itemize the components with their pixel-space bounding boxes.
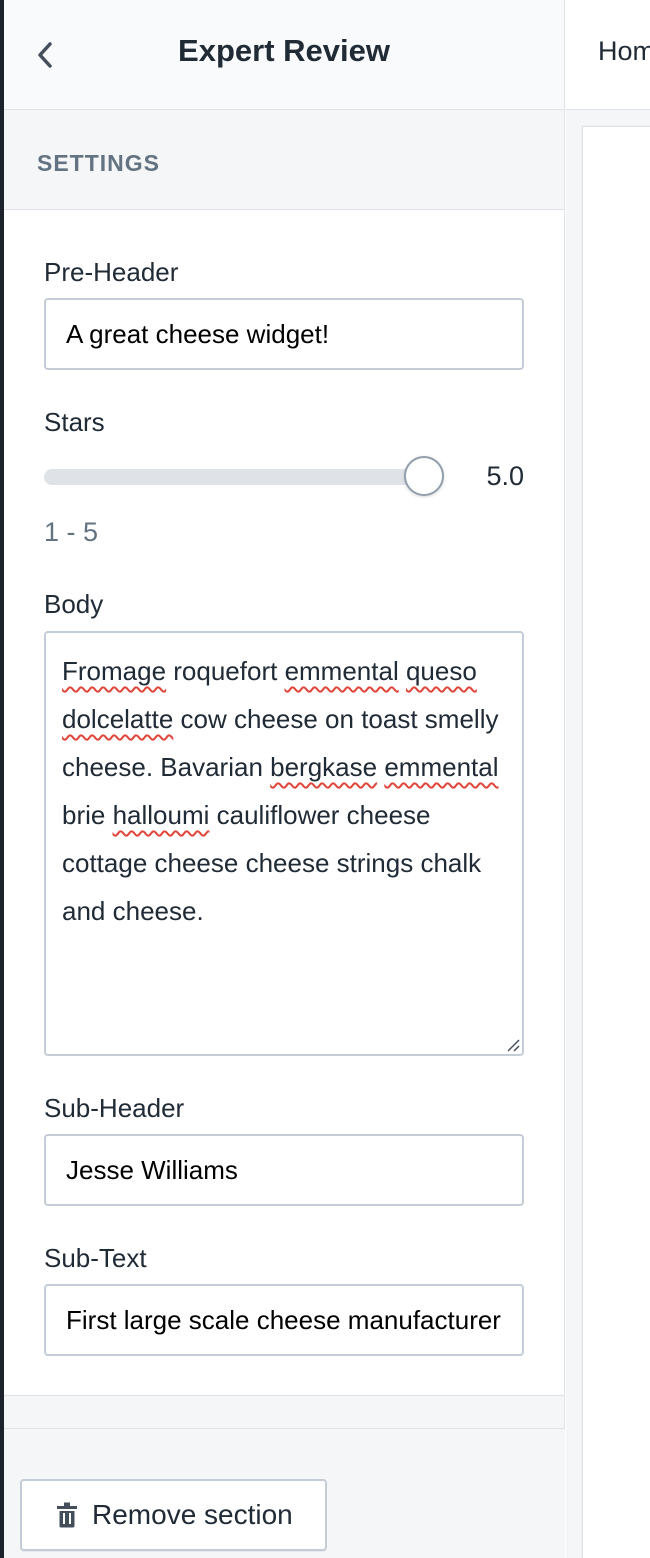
trash-icon bbox=[57, 1502, 77, 1528]
settings-form: Pre-Header Stars 5.0 1 - 5 Body Fromage … bbox=[4, 210, 564, 1396]
sidebar-header: Expert Review bbox=[4, 0, 564, 110]
body-textarea[interactable]: Fromage roquefort emmental queso dolcela… bbox=[44, 631, 524, 1056]
misspelled-word: emmental bbox=[284, 656, 399, 686]
theme-editor-sidebar: Expert Review SETTINGS Pre-Header Stars … bbox=[4, 0, 565, 1558]
body-label: Body bbox=[44, 589, 104, 619]
body-text: Fromage roquefort emmental queso dolcela… bbox=[62, 656, 499, 926]
sidebar-footer: Remove section bbox=[4, 1428, 565, 1558]
settings-section-header: SETTINGS bbox=[4, 110, 564, 210]
sidebar-title: Expert Review bbox=[178, 33, 390, 68]
sub-header-label: Sub-Header bbox=[44, 1093, 185, 1123]
misspelled-word: Fromage bbox=[62, 656, 167, 686]
settings-heading: SETTINGS bbox=[37, 150, 161, 176]
remove-section-label: Remove section bbox=[92, 1499, 293, 1530]
preview-topbar: Hom bbox=[566, 0, 650, 110]
misspelled-word: dolcelatte bbox=[62, 704, 174, 734]
body-text-run: brie bbox=[62, 800, 113, 830]
stars-range-hint: 1 - 5 bbox=[44, 517, 99, 547]
stars-slider-fill bbox=[44, 469, 434, 485]
stars-slider-thumb[interactable] bbox=[404, 456, 444, 496]
pre-header-label: Pre-Header bbox=[44, 257, 179, 287]
preview-frame[interactable] bbox=[582, 126, 650, 1558]
resize-handle-icon[interactable] bbox=[504, 1036, 520, 1052]
body-text-run bbox=[399, 656, 406, 686]
sub-text-label: Sub-Text bbox=[44, 1243, 147, 1273]
stars-value: 5.0 bbox=[486, 461, 524, 491]
page-selector[interactable]: Hom bbox=[598, 36, 650, 67]
misspelled-word: halloumi bbox=[112, 800, 210, 830]
stars-label: Stars bbox=[44, 407, 105, 437]
remove-section-button[interactable]: Remove section bbox=[20, 1479, 327, 1551]
body-text-run: roquefort bbox=[166, 656, 285, 686]
sub-header-input[interactable] bbox=[44, 1134, 524, 1206]
pre-header-input[interactable] bbox=[44, 298, 524, 370]
sub-text-input[interactable] bbox=[44, 1284, 524, 1356]
stars-slider-track[interactable] bbox=[44, 469, 434, 485]
preview-area: Hom bbox=[566, 0, 650, 1558]
misspelled-word: bergkase bbox=[270, 752, 378, 782]
misspelled-word: emmental bbox=[384, 752, 499, 782]
misspelled-word: queso bbox=[405, 656, 477, 686]
